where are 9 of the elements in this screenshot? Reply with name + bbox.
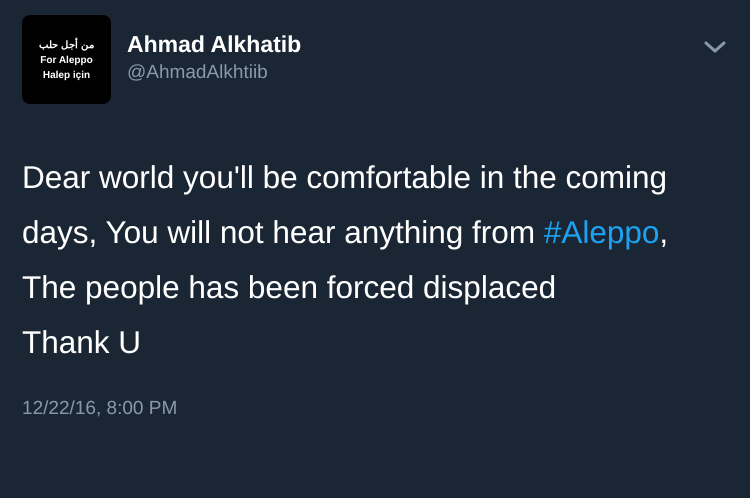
timestamp: 12/22/16, 8:00 PM [22,398,178,420]
avatar-text: For Aleppo [40,54,93,66]
tweet-text: Dear world you'll be comfortable in the coming days, You will not hear anything from #Aleppo, The people has been forced displaced Thank U [22,158,670,362]
chevron-down-icon[interactable] [704,41,726,54]
hashtag-link[interactable]: #Aleppo [544,214,660,250]
author-handle: @AhmadAlkhtiib [127,62,269,84]
author-name: Ahmad Alkhatib [127,31,302,58]
avatar-text: Halep için [42,70,90,80]
avatar-text: من أجل حلب [39,38,94,50]
